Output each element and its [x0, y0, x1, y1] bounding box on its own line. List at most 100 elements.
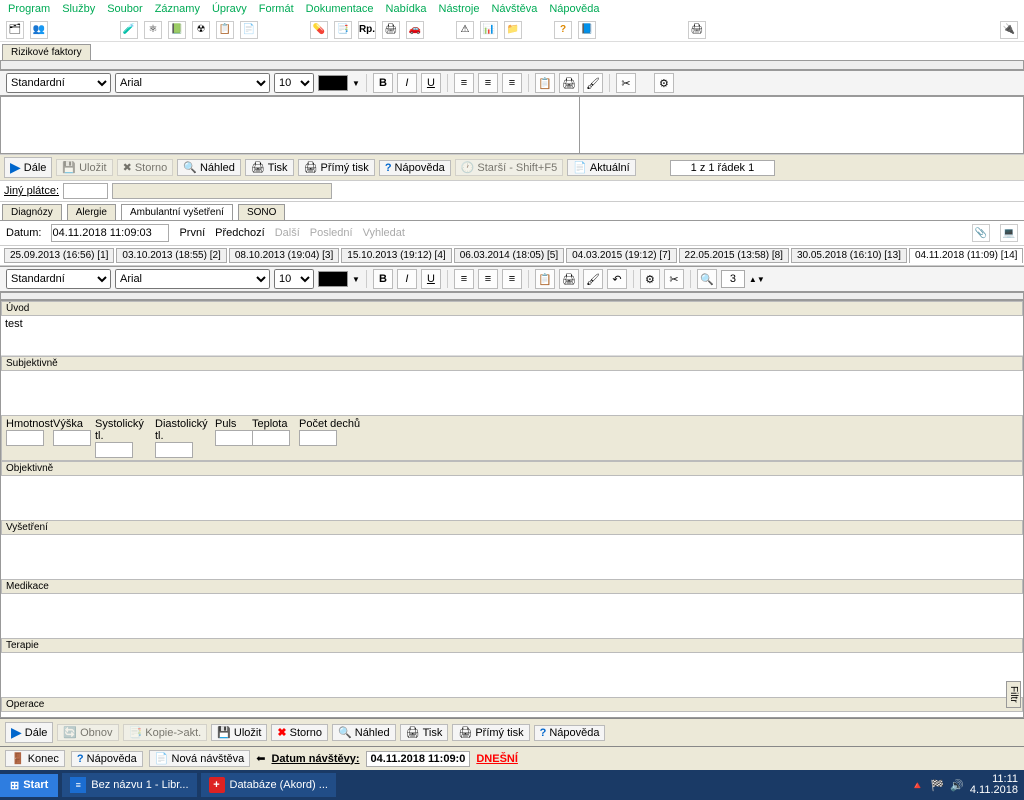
kopie-button[interactable]: 📑 Kopie->akt. — [123, 724, 208, 741]
tool-icon[interactable]: 📑 — [334, 21, 352, 39]
fmt-icon[interactable]: 📋 — [535, 73, 555, 93]
napoveda-button-2[interactable]: ? Nápověda — [534, 725, 606, 741]
align-left-button[interactable]: ≡ — [454, 73, 474, 93]
tool-icon[interactable]: 💊 — [310, 21, 328, 39]
hist-tab[interactable]: 08.10.2013 (19:04) [3] — [229, 248, 339, 263]
vital-input[interactable] — [299, 430, 337, 446]
font-combo-2[interactable]: Arial — [115, 269, 270, 289]
slider-bar[interactable] — [0, 60, 1024, 70]
attach-icon[interactable]: 📎 — [972, 224, 990, 242]
menu-upravy[interactable]: Úpravy — [212, 3, 247, 15]
tool-icon[interactable]: 🗂 — [6, 21, 24, 39]
menu-napoveda[interactable]: Nápověda — [549, 3, 599, 15]
hist-tab[interactable]: 30.05.2018 (16:10) [13] — [791, 248, 907, 263]
dale-button[interactable]: ▶Dále — [4, 157, 52, 178]
tray-icon[interactable]: 🔺 — [911, 779, 925, 792]
med-area[interactable] — [1, 594, 1023, 638]
aktualni-button[interactable]: 📄 Aktuální — [567, 159, 635, 176]
menu-sluzby[interactable]: Služby — [62, 3, 95, 15]
tool-icon[interactable]: 📋 — [216, 21, 234, 39]
bold-button[interactable]: B — [373, 73, 393, 93]
help-icon[interactable]: ? — [554, 21, 572, 39]
align-center-button[interactable]: ≡ — [478, 73, 498, 93]
sound-icon[interactable]: 🔊 — [950, 779, 964, 792]
tool-icon[interactable]: 🖨 — [382, 21, 400, 39]
italic-button-2[interactable]: I — [397, 269, 417, 289]
menu-soubor[interactable]: Soubor — [107, 3, 142, 15]
tab-sono[interactable]: SONO — [238, 204, 285, 220]
fmt-icon[interactable]: 🖨 — [559, 269, 579, 289]
menu-program[interactable]: Program — [8, 3, 50, 15]
fmt-icon[interactable]: 🔍 — [697, 269, 717, 289]
fmt-icon[interactable]: 🖌 — [583, 73, 603, 93]
align-right-button[interactable]: ≡ — [502, 73, 522, 93]
menu-nabidka[interactable]: Nabídka — [386, 3, 427, 15]
fmt-icon[interactable]: 🖨 — [559, 73, 579, 93]
obnov-button[interactable]: 🔄 Obnov — [57, 724, 118, 741]
tool-icon[interactable]: ⚠ — [456, 21, 474, 39]
jiny-platce-input2[interactable] — [112, 183, 332, 199]
storno-button[interactable]: ✖ Storno — [117, 159, 174, 176]
filtr-tab[interactable]: Filtr — [1006, 681, 1021, 708]
size-combo-2[interactable]: 10 — [274, 269, 314, 289]
tisk-button[interactable]: 🖨 Tisk — [245, 159, 294, 176]
top-text-area[interactable] — [0, 96, 580, 154]
menu-zaznamy[interactable]: Záznamy — [155, 3, 200, 15]
tab-alergie[interactable]: Alergie — [67, 204, 116, 220]
undo-icon[interactable]: ↶ — [607, 269, 627, 289]
underline-button[interactable]: U — [421, 73, 441, 93]
hist-tab[interactable]: 03.10.2013 (18:55) [2] — [116, 248, 226, 263]
tool-icon[interactable]: 📘 — [578, 21, 596, 39]
dale-button-2[interactable]: ▶Dále — [5, 722, 53, 743]
num-input[interactable] — [721, 270, 745, 288]
tool-icon[interactable]: ☢ — [192, 21, 210, 39]
uvod-text[interactable]: test — [1, 316, 1023, 356]
menu-dokumentace[interactable]: Dokumentace — [306, 3, 374, 15]
bold-button-2[interactable]: B — [373, 269, 393, 289]
task-akord[interactable]: +Databáze (Akord) ... — [201, 773, 336, 797]
hist-tab[interactable]: 25.09.2013 (16:56) [1] — [4, 248, 114, 263]
tool-icon[interactable]: 👥 — [30, 21, 48, 39]
fmt-icon[interactable]: 🖌 — [583, 269, 603, 289]
tool-icon[interactable]: 📁 — [504, 21, 522, 39]
tool-icon[interactable]: 📄 — [240, 21, 258, 39]
tool-icon[interactable]: ⚛ — [144, 21, 162, 39]
tool-icon[interactable]: 🔌 — [1000, 21, 1018, 39]
menu-navsteva[interactable]: Návštěva — [491, 3, 537, 15]
menu-format[interactable]: Formát — [259, 3, 294, 15]
hist-tab[interactable]: 15.10.2013 (19:12) [4] — [341, 248, 451, 263]
predchozi-link[interactable]: Předchozí — [215, 227, 265, 239]
nahled-button-2[interactable]: 🔍 Náhled — [332, 724, 396, 741]
style-combo-2[interactable]: Standardní — [6, 269, 111, 289]
fmt-icon[interactable]: ✂ — [664, 269, 684, 289]
tab-diagnozy[interactable]: Diagnózy — [2, 204, 62, 220]
color-swatch[interactable] — [318, 75, 348, 91]
fmt-icon[interactable]: 📋 — [535, 269, 555, 289]
hist-tab[interactable]: 06.03.2014 (18:05) [5] — [454, 248, 564, 263]
tool-icon[interactable]: 📗 — [168, 21, 186, 39]
fmt-icon[interactable]: ⚙ — [654, 73, 674, 93]
subj-area[interactable] — [1, 371, 1023, 415]
color-swatch-2[interactable] — [318, 271, 348, 287]
vital-input[interactable] — [95, 442, 133, 458]
obj-area[interactable] — [1, 476, 1023, 520]
menu-nastroje[interactable]: Nástroje — [439, 3, 480, 15]
ter-area[interactable] — [1, 653, 1023, 697]
vital-input[interactable] — [6, 430, 44, 446]
vital-input[interactable] — [252, 430, 290, 446]
konec-button[interactable]: 🚪 Konec — [5, 750, 65, 767]
tab-ambulantni[interactable]: Ambulantní vyšetření — [121, 204, 233, 220]
vyhledat-link[interactable]: Vyhledat — [363, 227, 405, 239]
hist-tab-active[interactable]: 04.11.2018 (11:09) [14] — [909, 248, 1024, 263]
vys-area[interactable] — [1, 535, 1023, 579]
napoveda-button[interactable]: ? Nápověda — [379, 160, 451, 176]
vital-input[interactable] — [53, 430, 91, 446]
back-icon[interactable]: ⬅ — [256, 752, 265, 765]
align-center-2[interactable]: ≡ — [478, 269, 498, 289]
slider-bar-2[interactable] — [0, 292, 1024, 300]
task-libre[interactable]: ≡Bez názvu 1 - Libr... — [62, 773, 196, 797]
napoveda-button-3[interactable]: ? Nápověda — [71, 751, 143, 767]
print-icon[interactable]: 🖨 — [688, 21, 706, 39]
nova-button[interactable]: 📄 Nová návštěva — [149, 750, 250, 767]
hist-tab[interactable]: 22.05.2015 (13:58) [8] — [679, 248, 789, 263]
